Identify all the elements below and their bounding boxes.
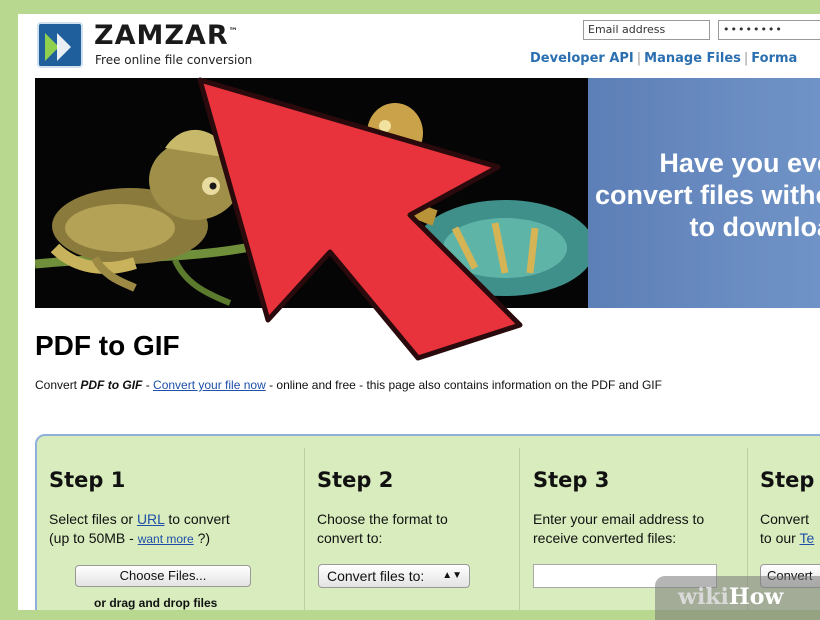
- watermark-how: How: [728, 584, 784, 610]
- red-arrow-pointer: [197, 77, 523, 361]
- watermark-wiki: wiki: [678, 584, 729, 610]
- wikihow-watermark: wikiHow: [655, 576, 820, 620]
